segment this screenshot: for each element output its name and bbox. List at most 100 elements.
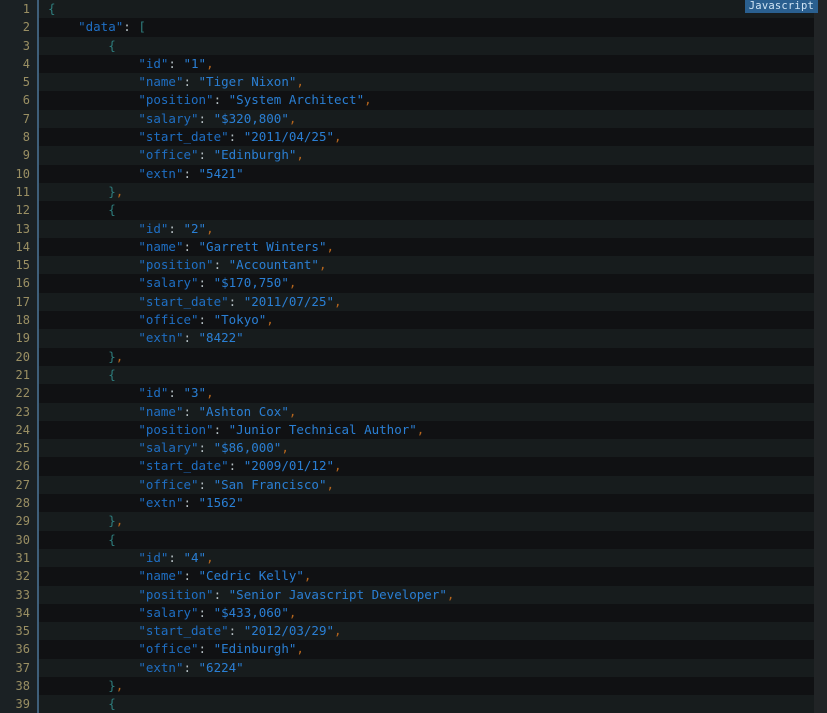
code-line[interactable]: 25 "salary": "$86,000",	[0, 439, 814, 458]
code-line[interactable]: 22 "id": "3",	[0, 384, 814, 403]
code-line[interactable]: 17 "start_date": "2011/07/25",	[0, 292, 814, 312]
json-key: "position"	[138, 92, 214, 108]
json-key: "name"	[138, 568, 184, 584]
line-number: 34	[15, 605, 30, 620]
code-line[interactable]: 31 "id": "4",	[0, 548, 814, 568]
close-brace: }	[108, 183, 116, 199]
code-line[interactable]: 26 "start_date": "2009/01/12",	[0, 457, 814, 476]
code-line[interactable]: 35 "start_date": "2012/03/29",	[0, 622, 814, 641]
code-line[interactable]: 7 "salary": "$320,800",	[0, 109, 814, 129]
colon: :	[198, 110, 214, 126]
line-number: 38	[15, 678, 30, 693]
comma: ,	[303, 568, 312, 584]
code-line[interactable]: 19 "extn": "8422"	[0, 329, 814, 348]
comma: ,	[206, 220, 214, 236]
code-line[interactable]: 10 "extn": "5421"	[0, 164, 814, 183]
json-key: "start_date"	[138, 293, 229, 309]
json-key: "salary"	[138, 604, 199, 620]
line-number: 10	[15, 166, 30, 181]
line-number: 11	[15, 184, 30, 199]
code-line[interactable]: 30 {	[0, 530, 814, 549]
colon: :	[228, 293, 244, 309]
json-code-viewer: 1{2 "data": [3 {4 "id": "1", 5 "name": "T…	[0, 0, 827, 713]
code-line[interactable]: 13 "id": "2",	[0, 219, 814, 238]
code-line[interactable]: 12 {	[0, 201, 814, 220]
line-number: 32	[15, 569, 30, 584]
scrollbar-track[interactable]	[814, 0, 827, 713]
line-number: 25	[15, 441, 30, 456]
json-key: "id"	[138, 55, 169, 71]
json-value: "Junior Technical Author"	[228, 421, 417, 437]
line-number: 6	[22, 93, 30, 108]
code-content: "data": [	[48, 18, 146, 36]
code-content: "position": "System Architect",	[48, 91, 371, 109]
json-value: "8422"	[198, 330, 244, 346]
comma: ,	[288, 275, 297, 291]
code-line[interactable]: 34 "salary": "$433,060",	[0, 603, 814, 623]
code-line[interactable]: 3 {	[0, 36, 814, 55]
code-line[interactable]: 5 "name": "Tiger Nixon",	[0, 73, 814, 92]
code-line[interactable]: 15 "position": "Accountant",	[0, 256, 814, 275]
open-brace: {	[108, 696, 116, 712]
line-number: 7	[22, 111, 30, 126]
json-value: "2011/04/25"	[243, 129, 334, 145]
open-brace: {	[108, 202, 116, 218]
line-number: 28	[15, 496, 30, 511]
code-line[interactable]: 1{	[0, 0, 814, 19]
code-line[interactable]: 29 },	[0, 512, 814, 531]
code-line[interactable]: 18 "office": "Tokyo",	[0, 311, 814, 330]
comma: ,	[296, 641, 304, 657]
comma: ,	[288, 110, 297, 126]
code-line[interactable]: 11 },	[0, 182, 814, 202]
comma: ,	[288, 403, 297, 419]
code-line[interactable]: 32 "name": "Cedric Kelly",	[0, 567, 814, 586]
code-line[interactable]: 21 {	[0, 365, 814, 385]
code-line[interactable]: 2 "data": [	[0, 18, 814, 37]
code-line[interactable]: 37 "extn": "6224"	[0, 658, 814, 677]
code-line[interactable]: 8 "start_date": "2011/04/25",	[0, 128, 814, 147]
code-surface[interactable]: 1{2 "data": [3 {4 "id": "1", 5 "name": "T…	[0, 0, 814, 713]
code-line[interactable]: 14 "name": "Garrett Winters",	[0, 237, 814, 257]
code-line[interactable]: 27 "office": "San Francisco",	[0, 475, 814, 495]
json-key: "start_date"	[138, 129, 229, 145]
json-key: "position"	[138, 586, 214, 602]
json-value: "2012/03/29"	[243, 623, 334, 639]
code-content: "office": "Edinburgh",	[48, 146, 304, 164]
code-content: "position": "Junior Technical Author",	[48, 421, 424, 439]
code-line[interactable]: 20 },	[0, 347, 814, 366]
code-line[interactable]: 23 "name": "Ashton Cox",	[0, 402, 814, 421]
code-line[interactable]: 24 "position": "Junior Technical Author"…	[0, 420, 814, 440]
line-number: 18	[15, 313, 30, 328]
code-line[interactable]: 16 "salary": "$170,750",	[0, 274, 814, 293]
comma: ,	[446, 586, 455, 602]
code-line[interactable]: 6 "position": "System Architect",	[0, 91, 814, 110]
colon: :	[213, 421, 229, 437]
open-brace: {	[108, 37, 116, 53]
json-value: "$320,800"	[213, 110, 289, 126]
json-key: "name"	[138, 238, 184, 254]
code-content: "extn": "1562"	[48, 494, 243, 512]
colon: :	[228, 623, 244, 639]
code-content: {	[48, 531, 116, 549]
code-line[interactable]: 9 "office": "Edinburgh",	[0, 146, 814, 165]
colon: :	[228, 129, 244, 145]
code-line[interactable]: 39 {	[0, 695, 814, 713]
code-line[interactable]: 33 "position": "Senior Javascript Develo…	[0, 585, 814, 604]
code-line[interactable]: 38 },	[0, 676, 814, 696]
code-line[interactable]: 4 "id": "1",	[0, 54, 814, 74]
code-line[interactable]: 36 "office": "Edinburgh",	[0, 640, 814, 659]
comma: ,	[326, 238, 334, 254]
code-line[interactable]: 28 "extn": "1562"	[0, 494, 814, 513]
